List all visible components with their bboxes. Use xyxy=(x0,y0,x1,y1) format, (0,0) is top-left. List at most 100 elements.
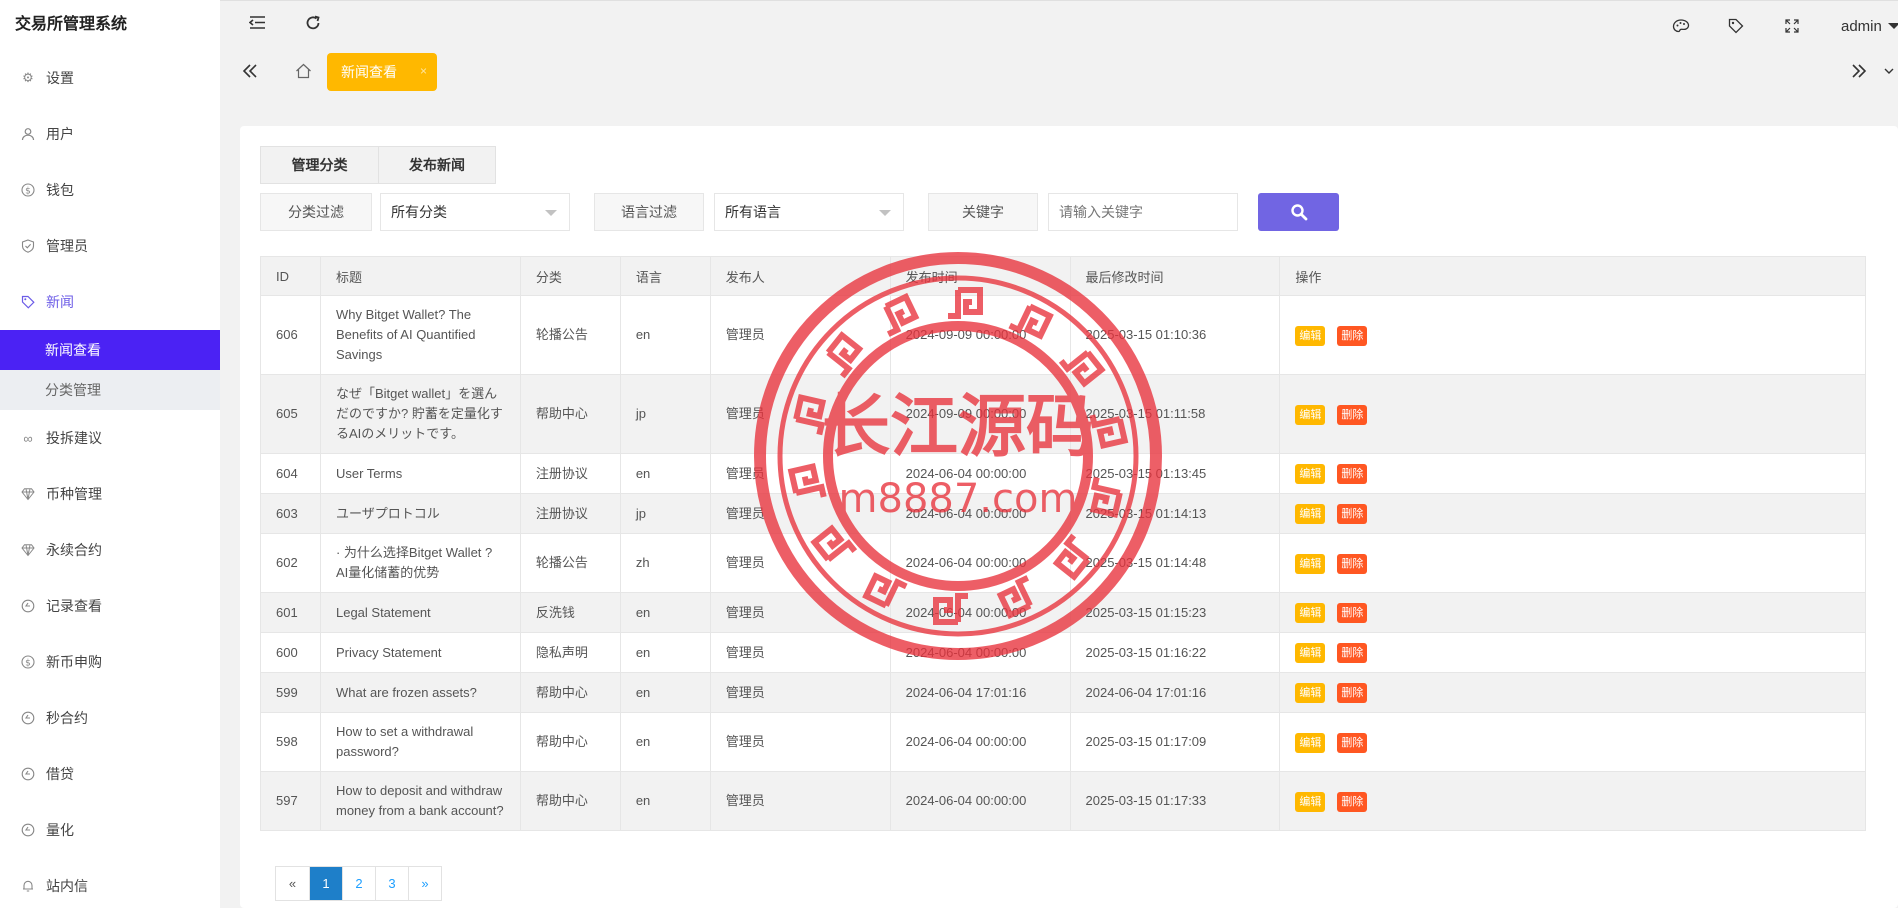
pagination-page-2[interactable]: 2 xyxy=(342,867,375,900)
user-menu[interactable]: admin xyxy=(1841,1,1898,51)
pagination-page-3[interactable]: 3 xyxy=(375,867,408,900)
sidebar-item-news[interactable]: 新闻 xyxy=(0,274,220,330)
cell-category: 轮播公告 xyxy=(519,295,621,375)
table-row: 598 How to set a withdrawal password? 帮助中心… xyxy=(260,712,1866,772)
edit-button[interactable]: 编辑 xyxy=(1295,683,1326,703)
cell-title: Legal Statement xyxy=(319,592,521,633)
edit-button[interactable]: 编辑 xyxy=(1295,553,1326,574)
tab-news-view[interactable]: 新闻查看 × xyxy=(327,53,437,91)
menu-collapse-icon[interactable] xyxy=(248,15,266,35)
theme-icon[interactable] xyxy=(1672,1,1690,51)
tabs-bar: 新闻查看 × xyxy=(220,50,1898,92)
cell-category: 轮播公告 xyxy=(519,533,621,593)
gear-icon: ⚙ xyxy=(22,70,34,85)
tag-icon xyxy=(20,294,36,310)
tabs-scroll-left-icon[interactable] xyxy=(235,56,265,86)
sidebar-item-new-coin[interactable]: $ 新币申购 xyxy=(0,634,220,690)
search-button[interactable] xyxy=(1258,193,1339,231)
category-filter-select[interactable]: 所有分类 xyxy=(380,193,570,231)
toolbar-button-group: 管理分类 发布新闻 xyxy=(260,146,496,184)
sidebar-item-perpetual[interactable]: 永续合约 xyxy=(0,522,220,578)
close-icon[interactable]: × xyxy=(420,64,427,78)
cell-category: 注册协议 xyxy=(519,493,621,534)
home-icon[interactable] xyxy=(288,56,318,86)
sidebar-item-records[interactable]: 记录查看 xyxy=(0,578,220,634)
sidebar-item-settings[interactable]: ⚙ 设置 xyxy=(0,50,220,106)
cell-author: 管理员 xyxy=(709,592,891,633)
sidebar-item-admins[interactable]: 管理员 xyxy=(0,218,220,274)
delete-button[interactable]: 删除 xyxy=(1337,325,1368,346)
cell-language: jp xyxy=(619,374,711,454)
pagination-prev-button[interactable]: « xyxy=(276,867,309,900)
table-row: 601 Legal Statement 反洗钱 en 管理员 2024-06-04 00:… xyxy=(260,592,1866,633)
sidebar-item-quant[interactable]: 量化 xyxy=(0,802,220,858)
cell-title: How to deposit and withdraw money from a… xyxy=(319,771,521,831)
cell-published: 2024-09-09 00:00:00 xyxy=(889,295,1071,375)
cell-author: 管理员 xyxy=(709,533,891,593)
table-row: 599 What are frozen assets? 帮助中心 en 管理员 2024-… xyxy=(260,672,1866,713)
pagination-next-button[interactable]: » xyxy=(408,867,441,900)
sidebar-subitem-news-view[interactable]: 新闻查看 xyxy=(0,330,220,370)
cell-modified: 2025-03-15 01:14:48 xyxy=(1069,533,1281,593)
cell-published: 2024-06-04 00:00:00 xyxy=(889,493,1071,534)
cell-language: en xyxy=(619,453,711,494)
sidebar-item-label: 记录查看 xyxy=(46,598,102,614)
language-filter-label: 语言过滤 xyxy=(594,193,704,231)
edit-button[interactable]: 编辑 xyxy=(1295,464,1326,484)
column-header-id: ID xyxy=(260,256,321,296)
cell-author: 管理员 xyxy=(709,672,891,713)
delete-button[interactable]: 删除 xyxy=(1337,464,1368,484)
tag-icon[interactable] xyxy=(1728,1,1744,51)
edit-button[interactable]: 编辑 xyxy=(1295,643,1326,663)
sidebar-item-feedback[interactable]: ∞ 投拆建议 xyxy=(0,410,220,466)
edit-button[interactable]: 编辑 xyxy=(1295,791,1326,812)
manage-category-button[interactable]: 管理分类 xyxy=(261,147,378,183)
keyword-input[interactable] xyxy=(1048,193,1238,231)
delete-button[interactable]: 删除 xyxy=(1337,643,1368,663)
delete-button[interactable]: 删除 xyxy=(1337,504,1368,524)
cell-published: 2024-06-04 17:01:16 xyxy=(889,672,1071,713)
cell-modified: 2025-03-15 01:17:33 xyxy=(1069,771,1281,831)
edit-button[interactable]: 编辑 xyxy=(1295,732,1326,753)
search-icon xyxy=(1290,204,1307,221)
edit-button[interactable]: 编辑 xyxy=(1295,325,1326,346)
column-header-category: 分类 xyxy=(519,256,621,296)
sidebar-item-users[interactable]: 用户 xyxy=(0,106,220,162)
diamond-icon xyxy=(20,542,36,558)
cell-modified: 2024-06-04 17:01:16 xyxy=(1069,672,1281,713)
sidebar-item-second-contract[interactable]: 秒合约 xyxy=(0,690,220,746)
cell-modified: 2025-03-15 01:14:13 xyxy=(1069,493,1281,534)
tabs-scroll-right-icon[interactable] xyxy=(1844,56,1874,86)
cell-author: 管理员 xyxy=(709,295,891,375)
language-filter-select[interactable]: 所有语言 xyxy=(714,193,904,231)
table-row: 604 User Terms 注册协议 en 管理员 2024-06-04 00:00:0… xyxy=(260,453,1866,494)
tabs-more-chevron-icon[interactable] xyxy=(1880,56,1898,86)
sidebar-subitem-category-manage[interactable]: 分类管理 xyxy=(0,370,220,410)
sidebar: 交易所管理系统 ⚙ 设置 用户 $ 钱包 管理员 新闻 新闻查看 分类管理 ∞ … xyxy=(0,0,220,908)
sidebar-item-wallet[interactable]: $ 钱包 xyxy=(0,162,220,218)
sidebar-item-coins[interactable]: 币种管理 xyxy=(0,466,220,522)
category-filter-label: 分类过滤 xyxy=(260,193,372,231)
delete-button[interactable]: 删除 xyxy=(1337,683,1368,703)
column-header-published: 发布时间 xyxy=(889,256,1071,296)
cell-title: How to set a withdrawal password? xyxy=(319,712,521,772)
cell-actions: 编辑 删除 xyxy=(1279,453,1866,494)
sidebar-item-loan[interactable]: 借贷 xyxy=(0,746,220,802)
refresh-icon[interactable] xyxy=(305,15,321,36)
sidebar-item-messages[interactable]: 站内信 xyxy=(0,858,220,908)
edit-button[interactable]: 编辑 xyxy=(1295,404,1326,425)
edit-button[interactable]: 编辑 xyxy=(1295,603,1326,623)
delete-button[interactable]: 删除 xyxy=(1337,732,1368,753)
delete-button[interactable]: 删除 xyxy=(1337,603,1368,623)
edit-button[interactable]: 编辑 xyxy=(1295,504,1326,524)
pagination-page-1[interactable]: 1 xyxy=(309,867,342,900)
table-row: 605 なぜ「Bitget wallet」を選んだのですか? 貯蓄を定量化するAI… xyxy=(260,374,1866,454)
delete-button[interactable]: 删除 xyxy=(1337,404,1368,425)
link-icon: ∞ xyxy=(23,430,33,446)
diamond-icon xyxy=(20,486,36,502)
cell-language: en xyxy=(619,632,711,673)
fullscreen-icon[interactable] xyxy=(1785,1,1799,51)
delete-button[interactable]: 删除 xyxy=(1337,791,1368,812)
publish-news-button[interactable]: 发布新闻 xyxy=(378,147,495,183)
delete-button[interactable]: 删除 xyxy=(1337,553,1368,574)
